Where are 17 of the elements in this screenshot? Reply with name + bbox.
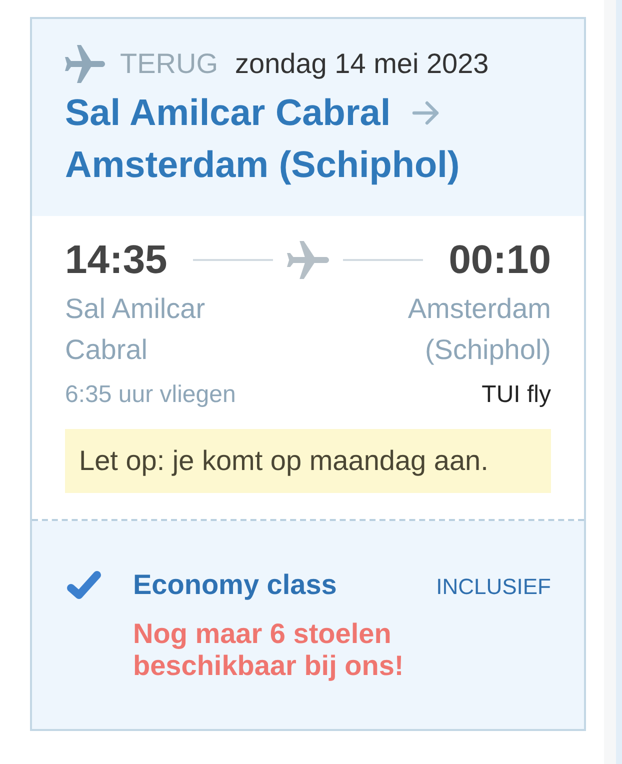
- seats-warning: Nog maar 6 stoelen beschikbaar bij ons!: [133, 618, 405, 682]
- departure-time: 14:35: [65, 237, 168, 284]
- cabin-class: Economy class: [133, 568, 337, 602]
- direction-label: TERUG: [120, 47, 218, 81]
- airline-name: TUI fly: [482, 380, 551, 410]
- price-label: INCLUSIEF: [436, 573, 551, 601]
- plane-icon: [287, 241, 329, 279]
- destination-title: Amsterdam (Schiphol): [65, 143, 460, 187]
- arrival-airport: Amsterdam (Schiphol): [406, 292, 551, 367]
- date-text: zondag 14 mei 2023: [235, 47, 489, 81]
- plane-icon: [65, 45, 105, 83]
- arrival-time: 00:10: [448, 237, 551, 284]
- origin-title: Sal Amilcar Cabral: [65, 91, 391, 135]
- arrival-notice: Let op: je komt op maandag aan.: [65, 429, 551, 493]
- duration-text: 6:35 uur vliegen: [65, 380, 236, 410]
- arrow-icon: [412, 100, 440, 126]
- departure-airport: Sal Amilcar Cabral: [65, 292, 206, 367]
